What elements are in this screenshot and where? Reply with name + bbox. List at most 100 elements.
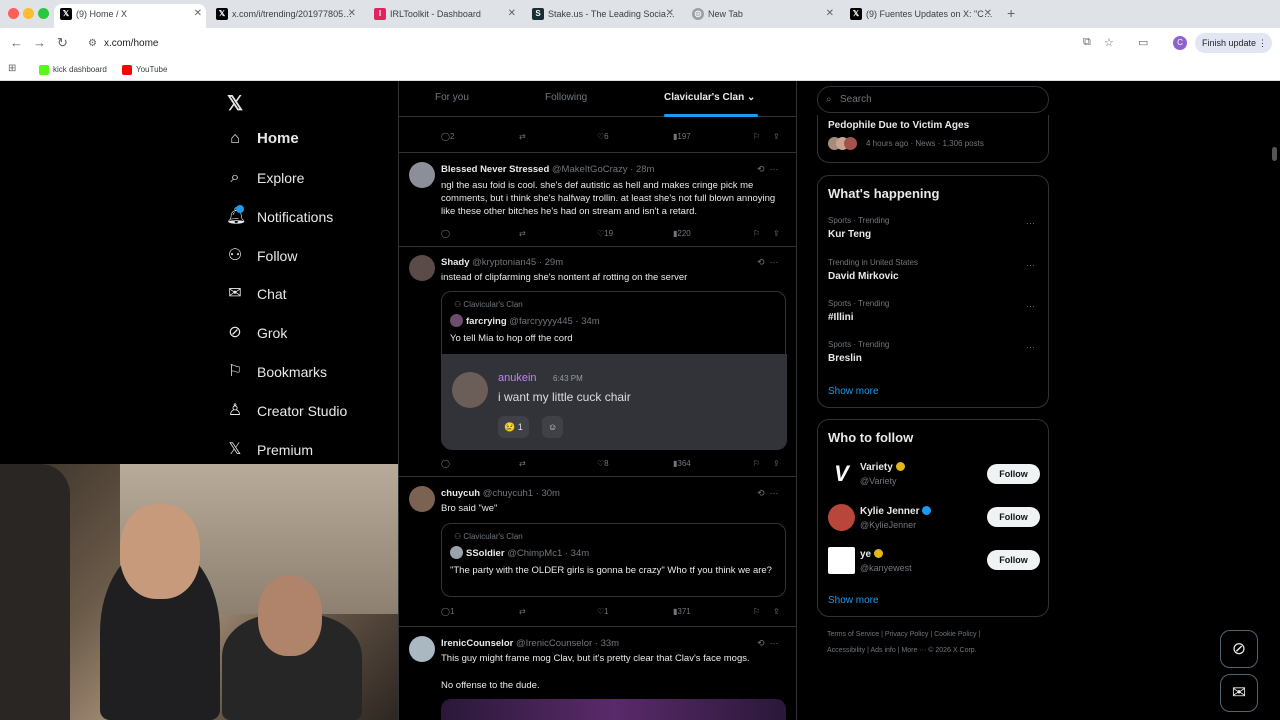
- like-icon[interactable]: ♡ 8: [597, 459, 609, 468]
- bookmark-icon[interactable]: ⚐: [753, 459, 760, 468]
- nav-chat[interactable]: ✉ Chat: [226, 282, 286, 306]
- nav-creator-studio[interactable]: ♙ Creator Studio: [226, 399, 347, 423]
- maximize-window-button[interactable]: [38, 8, 49, 19]
- more-options-icon[interactable]: ···: [1026, 260, 1035, 270]
- apps-grid-icon[interactable]: ⊞: [8, 63, 16, 74]
- scrollbar[interactable]: [1272, 147, 1277, 161]
- author-handle[interactable]: @chuycuh1 · 30m: [483, 488, 560, 499]
- tab-following[interactable]: Following: [545, 92, 587, 103]
- bookmark-youtube[interactable]: YouTube: [122, 64, 167, 76]
- author-name[interactable]: Blessed Never Stressed: [441, 164, 549, 175]
- like-icon[interactable]: ♡ 6: [597, 132, 609, 141]
- more-options-icon[interactable]: ⟲ ···: [757, 488, 779, 499]
- kebab-menu-icon[interactable]: ⋮: [1258, 33, 1267, 53]
- avatar[interactable]: [409, 486, 435, 512]
- nav-premium[interactable]: 𝕏 Premium: [226, 438, 313, 462]
- share-icon[interactable]: ⇪: [773, 132, 780, 141]
- reply-icon[interactable]: ◯: [441, 459, 450, 468]
- follow-button[interactable]: Follow: [987, 464, 1040, 484]
- site-info-icon[interactable]: ⚙: [88, 32, 97, 56]
- close-tab-icon[interactable]: ✕: [508, 4, 516, 24]
- grok-icon[interactable]: ⊘: [1220, 630, 1258, 668]
- x-logo-icon[interactable]: 𝕏: [227, 91, 243, 116]
- nav-explore[interactable]: ⌕ Explore: [226, 166, 305, 190]
- browser-tab-new-tab[interactable]: ◎ New Tab ✕: [686, 4, 838, 28]
- author-handle[interactable]: @kryptonian45 · 29m: [472, 257, 563, 268]
- post[interactable]: IrenicCounselor @IrenicCounselor · 33m ⟲…: [399, 627, 796, 720]
- author-name[interactable]: chuycuh: [441, 488, 480, 499]
- reply-icon[interactable]: ◯ 1: [441, 607, 454, 616]
- more-options-icon[interactable]: ⟲ ···: [757, 638, 779, 649]
- tab-for-you[interactable]: For you: [435, 92, 469, 103]
- close-window-button[interactable]: [8, 8, 19, 19]
- address-bar[interactable]: ⚙ x.com/home: [80, 32, 1080, 56]
- footer-links[interactable]: Terms of Service | Privacy Policy | Cook…: [827, 631, 980, 638]
- post[interactable]: chuycuh @chuycuh1 · 30m ⟲ ··· Bro said "…: [399, 477, 796, 627]
- views-icon[interactable]: ▮ 220: [673, 229, 691, 238]
- quote-tweet[interactable]: ⚇ Clavicular's Clan SSoldier @ChimpMc1 ·…: [441, 523, 786, 597]
- more-options-icon[interactable]: ⟲ ···: [757, 257, 779, 268]
- share-icon[interactable]: ⇪: [773, 607, 780, 616]
- author-handle[interactable]: @IrenicCounselor · 33m: [516, 638, 619, 649]
- more-options-icon[interactable]: ⟲ ···: [757, 164, 779, 175]
- avatar[interactable]: [409, 255, 435, 281]
- forward-icon[interactable]: →: [33, 34, 46, 52]
- post-media[interactable]: [441, 699, 786, 720]
- close-tab-icon[interactable]: ✕: [826, 4, 834, 24]
- more-options-icon[interactable]: ···: [1026, 301, 1035, 311]
- search-input[interactable]: ⌕ Search: [817, 86, 1049, 113]
- quote-tweet[interactable]: ⚇ Clavicular's Clan farcrying @farcryyyy…: [441, 291, 787, 450]
- nav-grok[interactable]: ⊘ Grok: [226, 321, 287, 345]
- more-options-icon[interactable]: ···: [1026, 342, 1035, 352]
- bookmark-kick-dashboard[interactable]: kick dashboard: [39, 64, 107, 76]
- share-icon[interactable]: ⇪: [773, 229, 780, 238]
- repost-icon[interactable]: ⇄: [519, 607, 526, 616]
- back-icon[interactable]: ←: [10, 34, 23, 52]
- tab-claviculars-clan[interactable]: Clavicular's Clan ⌄: [664, 92, 755, 103]
- nav-notifications[interactable]: 🔔︎ Notifications: [226, 205, 333, 229]
- profile-avatar[interactable]: C: [1173, 36, 1187, 50]
- new-tab-icon[interactable]: +: [1007, 4, 1015, 22]
- repost-icon[interactable]: ⇄: [519, 229, 526, 238]
- nav-follow[interactable]: ⚇ Follow: [226, 244, 298, 268]
- avatar[interactable]: [409, 636, 435, 662]
- footer-links[interactable]: Accessibility | Ads info | More ··· © 20…: [827, 647, 977, 654]
- bookmark-icon[interactable]: ⚐: [753, 229, 760, 238]
- show-more-link[interactable]: Show more: [828, 595, 879, 606]
- post[interactable]: Blessed Never Stressed @MakeItGoCrazy · …: [399, 153, 796, 247]
- reply-icon[interactable]: ◯ 2: [441, 132, 454, 141]
- more-options-icon[interactable]: ···: [1026, 218, 1035, 228]
- share-icon[interactable]: ⇪: [773, 459, 780, 468]
- like-icon[interactable]: ♡ 19: [597, 229, 613, 238]
- follow-button[interactable]: Follow: [987, 507, 1040, 527]
- browser-tab-trending[interactable]: 𝕏 x.com/i/trending/201977805… ✕: [210, 4, 360, 28]
- browser-tab-stake[interactable]: S Stake.us - The Leading Socia… ✕: [526, 4, 678, 28]
- browser-tab-home[interactable]: 𝕏 (9) Home / X ✕: [54, 4, 206, 28]
- browser-tab-irltoolkit[interactable]: I IRLToolkit - Dashboard ✕: [368, 4, 520, 28]
- reply-icon[interactable]: ◯: [441, 229, 450, 238]
- browser-tab-fuentes[interactable]: 𝕏 (9) Fuentes Updates on X: "C… ✕: [844, 4, 996, 28]
- close-tab-icon[interactable]: ✕: [194, 4, 202, 24]
- views-icon[interactable]: ▮ 364: [673, 459, 691, 468]
- nav-bookmarks[interactable]: ⚐ Bookmarks: [226, 360, 327, 384]
- side-panel-icon[interactable]: ▭: [1138, 36, 1148, 49]
- close-tab-icon[interactable]: ✕: [348, 4, 356, 24]
- follow-button[interactable]: Follow: [987, 550, 1040, 570]
- like-icon[interactable]: ♡ 1: [597, 607, 609, 616]
- views-icon[interactable]: ▮ 371: [673, 607, 691, 616]
- minimize-window-button[interactable]: [23, 8, 34, 19]
- avatar[interactable]: [409, 162, 435, 188]
- trending-card[interactable]: Pedophile Due to Victim Ages 4 hours ago…: [817, 115, 1049, 163]
- post[interactable]: Shady @kryptonian45 · 29m ⟲ ··· instead …: [399, 247, 796, 477]
- repost-icon[interactable]: ⇄: [519, 132, 526, 141]
- reload-icon[interactable]: ↻: [57, 34, 68, 52]
- author-name[interactable]: Shady: [441, 257, 470, 268]
- views-icon[interactable]: ▮ 197: [673, 132, 691, 141]
- finish-update-button[interactable]: Finish update ⋮: [1195, 33, 1273, 53]
- close-tab-icon[interactable]: ✕: [984, 4, 992, 24]
- bookmark-star-icon[interactable]: ☆: [1104, 36, 1114, 49]
- author-handle[interactable]: @MakeItGoCrazy · 28m: [552, 164, 655, 175]
- messages-icon[interactable]: ✉: [1220, 674, 1258, 712]
- bookmark-icon[interactable]: ⚐: [753, 132, 760, 141]
- show-more-link[interactable]: Show more: [828, 386, 879, 397]
